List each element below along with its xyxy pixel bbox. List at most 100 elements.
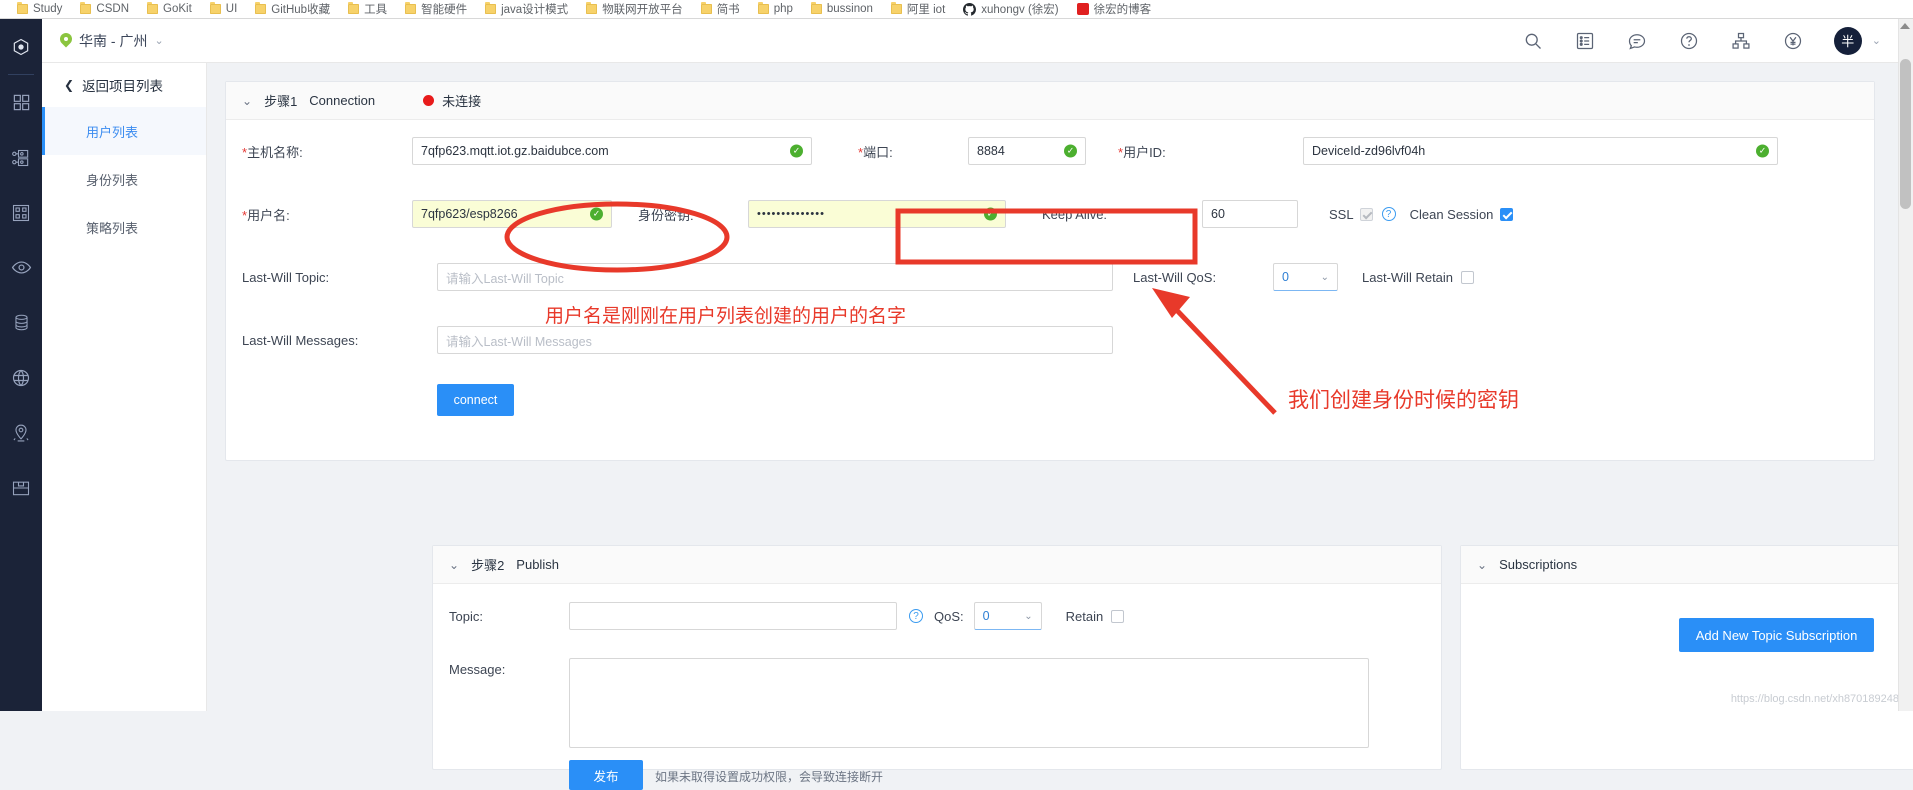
rail-item-dashboard[interactable]: [0, 75, 42, 130]
header-icon-group: 半 ⌄: [1522, 26, 1913, 55]
sidebar-item-policy-list[interactable]: 策略列表: [42, 203, 206, 251]
rail-item-settings[interactable]: [0, 19, 42, 74]
globe-icon: [12, 369, 30, 386]
org-tree-icon[interactable]: [1730, 30, 1752, 52]
primary-nav-rail: [0, 19, 42, 711]
bookmark-label: 物联网开放平台: [602, 4, 683, 16]
folder-icon: [757, 2, 769, 14]
rail-item-network[interactable]: [0, 350, 42, 405]
top-header-bar: 华南 - 广州 ⌄ 半 ⌄: [42, 19, 1913, 63]
rail-item-monitor[interactable]: [0, 240, 42, 295]
publish-panel-header[interactable]: ⌄ 步骤2 Publish: [433, 546, 1441, 584]
watermark: https://blog.csdn.net/xh870189248: [1730, 693, 1899, 705]
rail-item-database[interactable]: [0, 295, 42, 350]
chevron-down-icon[interactable]: ⌄: [449, 558, 459, 572]
last-will-retain-checkbox[interactable]: [1461, 270, 1475, 284]
back-to-project-list[interactable]: ❮ 返回项目列表: [42, 63, 206, 107]
rail-item-archive[interactable]: [0, 460, 42, 515]
bookmark-label: php: [773, 3, 793, 15]
port-input[interactable]: 8884 ✓: [968, 137, 1086, 165]
bookmark-item[interactable]: xuhongv (徐宏): [954, 0, 1067, 18]
last-will-messages-row: Last-Will Messages: 请输入Last-Will Message…: [226, 326, 1876, 354]
clientid-value: DeviceId-zd96lvf04h: [1312, 144, 1426, 158]
keepalive-input[interactable]: 60: [1202, 200, 1298, 228]
bookmark-item[interactable]: 简书: [692, 0, 749, 18]
last-will-topic-label: Last-Will Topic:: [242, 269, 330, 285]
main-content: ⌄ 步骤1 Connection 未连接 *主机名称: 7qfp623.mqtt…: [207, 63, 1913, 790]
last-will-qos-value: 0: [1282, 270, 1289, 284]
last-will-messages-input[interactable]: 请输入Last-Will Messages: [437, 326, 1113, 354]
help-icon[interactable]: ?: [909, 609, 923, 623]
region-selector[interactable]: 华南 - 广州 ⌄: [60, 31, 164, 51]
panel-title: Connection: [309, 93, 376, 108]
chevron-down-icon[interactable]: ⌄: [1477, 558, 1487, 572]
location-pin-icon: [60, 33, 72, 49]
host-input[interactable]: 7qfp623.mqtt.iot.gz.baidubce.com ✓: [412, 137, 812, 165]
valid-check-icon: ✓: [1756, 144, 1769, 158]
bookmark-item[interactable]: 物联网开放平台: [577, 0, 692, 18]
rail-item-modules[interactable]: [0, 185, 42, 240]
subscriptions-panel-header[interactable]: ⌄ Subscriptions: [1461, 546, 1913, 584]
last-will-qos-label: Last-Will QoS:: [1133, 269, 1217, 285]
bookmark-item[interactable]: UI: [201, 0, 247, 18]
password-label: 身份密钥:: [638, 207, 694, 223]
connect-button[interactable]: connect: [437, 384, 514, 416]
keepalive-value: 60: [1211, 207, 1225, 221]
password-input[interactable]: •••••••••••••• ✓: [748, 200, 1006, 228]
bookmark-item[interactable]: bussinon: [802, 0, 882, 18]
bookmark-label: UI: [225, 3, 238, 15]
bookmark-item[interactable]: 阿里 iot: [882, 0, 954, 18]
bookmark-item[interactable]: GitHub收藏: [246, 0, 339, 18]
publish-topic-input[interactable]: [569, 602, 897, 630]
avatar-chevron-down-icon[interactable]: ⌄: [1872, 34, 1881, 47]
add-topic-subscription-button[interactable]: Add New Topic Subscription: [1679, 618, 1874, 652]
bookmark-item[interactable]: CSDN: [71, 0, 138, 18]
rail-item-location[interactable]: [0, 405, 42, 460]
publish-message-textarea[interactable]: [569, 658, 1369, 748]
bookmark-item[interactable]: java设计模式: [476, 0, 577, 18]
connection-panel-header[interactable]: ⌄ 步骤1 Connection 未连接: [226, 82, 1874, 120]
avatar[interactable]: 半: [1833, 26, 1862, 55]
search-icon[interactable]: [1522, 30, 1544, 52]
bookmark-label: 工具: [364, 4, 388, 16]
bookmark-item[interactable]: 智能硬件: [396, 0, 476, 18]
publish-qos-value: 0: [982, 609, 990, 623]
console-list-icon[interactable]: [1574, 30, 1596, 52]
sidebar-item-identity-list[interactable]: 身份列表: [42, 155, 206, 203]
port-value: 8884: [977, 144, 1005, 158]
rail-item-device-tree[interactable]: [0, 130, 42, 185]
scrollbar-thumb[interactable]: [1900, 59, 1911, 209]
bookmark-item[interactable]: Study: [8, 0, 71, 18]
ssl-checkbox[interactable]: [1359, 207, 1373, 221]
valid-check-icon: ✓: [984, 207, 997, 221]
vertical-scrollbar[interactable]: [1898, 19, 1913, 711]
folder-icon: [485, 2, 497, 14]
help-icon[interactable]: ?: [1381, 207, 1396, 221]
publish-retain-checkbox[interactable]: [1111, 609, 1125, 623]
last-will-qos-select[interactable]: 0 ⌄: [1273, 263, 1338, 291]
status-dot-icon: [423, 95, 435, 106]
bookmark-item[interactable]: 徐宏的博客: [1068, 0, 1161, 18]
clientid-input[interactable]: DeviceId-zd96lvf04h ✓: [1303, 137, 1778, 165]
message-icon[interactable]: [1626, 30, 1648, 52]
billing-icon[interactable]: [1782, 30, 1804, 52]
bookmark-item[interactable]: GoKit: [138, 0, 201, 18]
qr-modules-icon: [12, 204, 30, 221]
folder-icon: [348, 2, 360, 14]
bookmark-item[interactable]: php: [749, 0, 802, 18]
bookmark-bar: Study CSDN GoKit UI GitHub收藏 工具 智能硬件 jav…: [0, 0, 1913, 19]
publish-hint: 如果未取得设置成功权限，会导致连接断开: [655, 770, 884, 784]
publish-button[interactable]: 发布: [569, 760, 643, 790]
username-input[interactable]: 7qfp623/esp8266 ✓: [412, 200, 612, 228]
bookmark-item[interactable]: 工具: [339, 0, 396, 18]
project-sidebar: ❮ 返回项目列表 用户列表 身份列表 策略列表: [42, 63, 207, 711]
chevron-down-icon[interactable]: ⌄: [242, 94, 252, 108]
help-icon[interactable]: [1678, 30, 1700, 52]
last-will-topic-input[interactable]: 请输入Last-Will Topic: [437, 263, 1113, 291]
publish-qos-select[interactable]: 0 ⌄: [973, 602, 1042, 630]
bookmark-label: GitHub收藏: [271, 4, 331, 16]
clean-session-checkbox[interactable]: [1500, 207, 1514, 221]
scroll-up-arrow-icon[interactable]: [1900, 23, 1910, 29]
sidebar-item-user-list[interactable]: 用户列表: [42, 107, 206, 155]
folder-icon: [405, 2, 417, 14]
